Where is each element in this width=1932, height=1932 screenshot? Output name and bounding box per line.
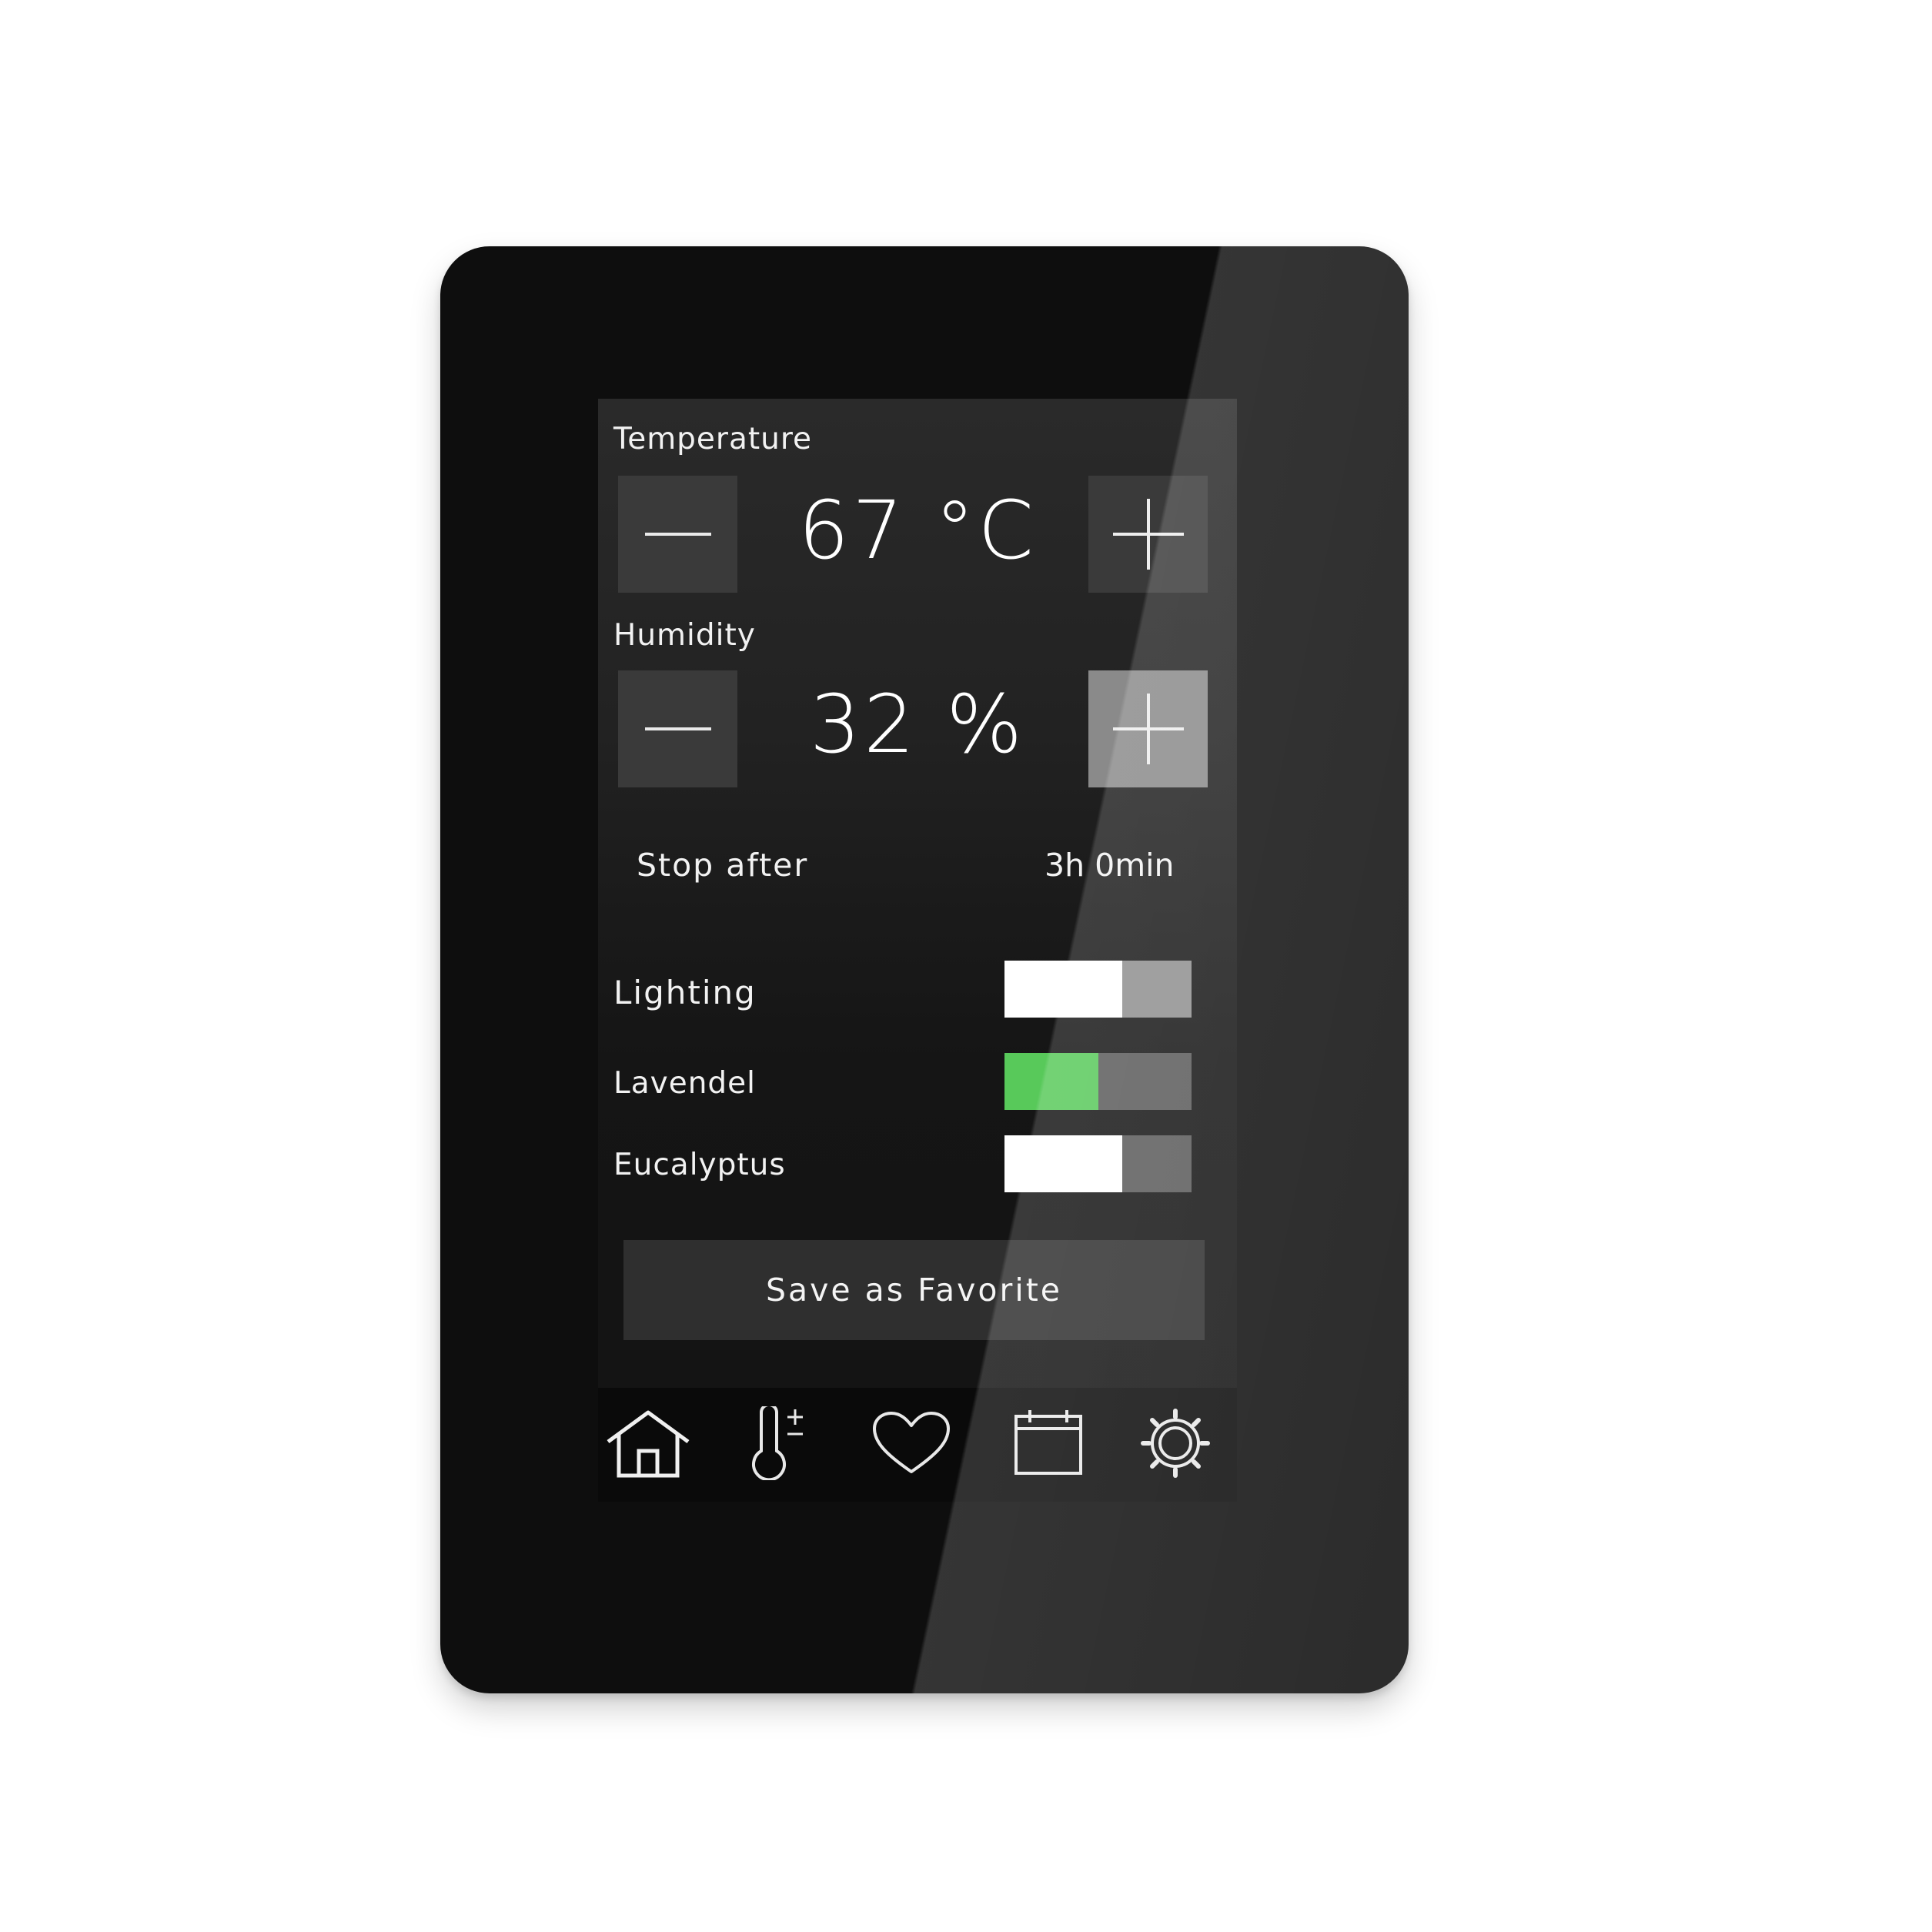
toggle-knob — [1004, 1135, 1122, 1192]
nav-home[interactable] — [602, 1405, 694, 1482]
humidity-decrease-button[interactable] — [618, 670, 737, 787]
lighting-toggle[interactable] — [1004, 961, 1192, 1018]
toggle-track — [1122, 1135, 1192, 1192]
toggle-track — [1098, 1053, 1192, 1110]
humidity-label: Humidity — [613, 618, 756, 653]
lavendel-toggle[interactable] — [1004, 1053, 1192, 1110]
plus-icon — [1112, 694, 1184, 764]
lighting-label: Lighting — [613, 974, 757, 1011]
nav-temperature[interactable] — [733, 1405, 825, 1482]
nav-favorites[interactable] — [865, 1405, 958, 1482]
temperature-decrease-button[interactable] — [618, 476, 737, 593]
temperature-increase-button[interactable] — [1088, 476, 1208, 593]
toggle-knob — [1004, 961, 1122, 1018]
heart-icon — [873, 1412, 950, 1473]
minus-icon — [644, 533, 711, 536]
humidity-value: 32 % — [809, 677, 1026, 771]
lavendel-label: Lavendel — [613, 1066, 757, 1101]
humidity-increase-button[interactable] — [1088, 670, 1208, 787]
plus-icon — [1112, 499, 1184, 570]
eucalyptus-toggle[interactable] — [1004, 1135, 1192, 1192]
gear-icon — [1141, 1409, 1210, 1478]
nav-settings[interactable] — [1129, 1405, 1222, 1482]
touch-screen: Temperature 67 °C Humidity 32 % Stop aft… — [598, 399, 1237, 1502]
temperature-value: 67 °C — [797, 483, 1037, 577]
toggle-knob — [1004, 1053, 1098, 1110]
bottom-nav — [598, 1388, 1237, 1502]
minus-icon — [644, 727, 711, 730]
save-favorite-button[interactable]: Save as Favorite — [623, 1240, 1205, 1340]
toggle-track — [1122, 961, 1192, 1018]
stop-after-label: Stop after — [637, 847, 809, 884]
home-icon — [607, 1410, 690, 1478]
eucalyptus-label: Eucalyptus — [613, 1148, 786, 1182]
stop-after-value[interactable]: 3h 0min — [1045, 847, 1175, 884]
calendar-icon — [1014, 1410, 1082, 1475]
thermometer-icon — [752, 1406, 803, 1480]
nav-schedule[interactable] — [1002, 1405, 1095, 1482]
temperature-label: Temperature — [613, 422, 813, 456]
control-panel-device: Temperature 67 °C Humidity 32 % Stop aft… — [440, 246, 1409, 1693]
